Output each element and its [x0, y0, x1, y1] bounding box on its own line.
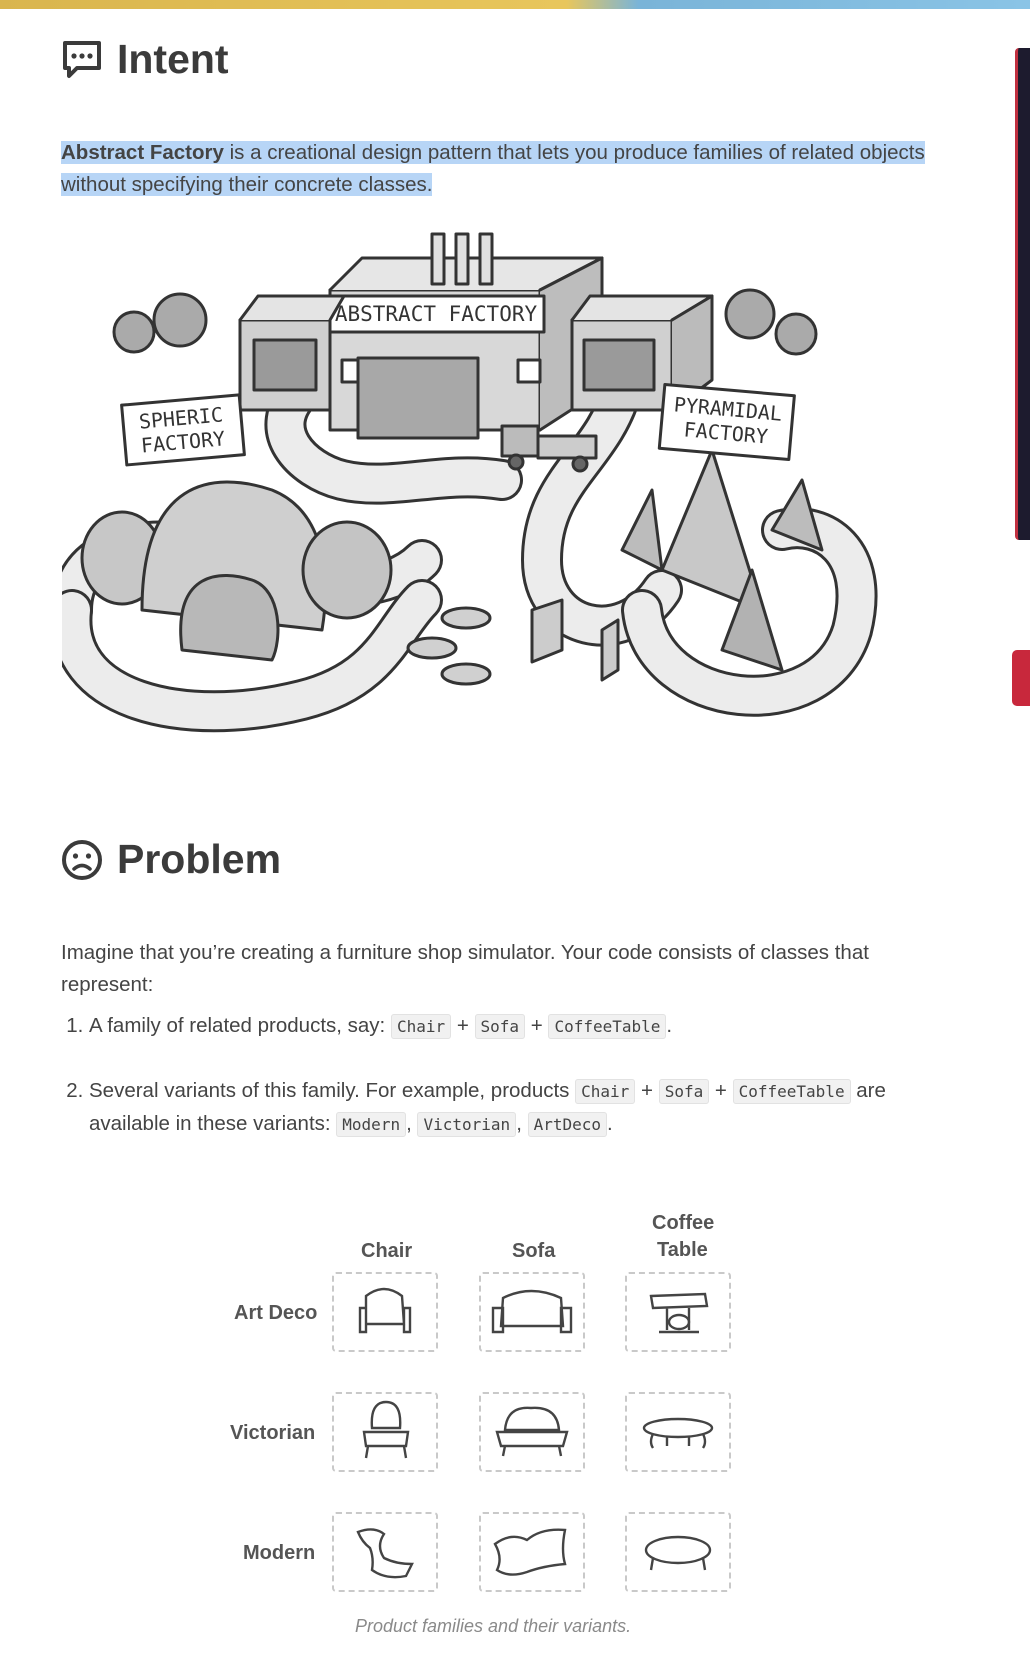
speech-bubble-icon	[63, 40, 101, 78]
list-item: Several variants of this family. For exa…	[89, 1075, 929, 1141]
side-red-tab[interactable]	[1012, 650, 1030, 706]
plus-sign: +	[530, 1014, 543, 1037]
problem-heading-text: Problem	[117, 836, 282, 882]
victorian-coffee-table-icon	[642, 1417, 714, 1449]
intent-term: Abstract Factory	[61, 140, 224, 164]
comma: ,	[406, 1112, 412, 1135]
cell-victorian-sofa	[479, 1392, 585, 1472]
comma: ,	[516, 1112, 522, 1135]
sign-abstract-factory: ABSTRACT FACTORY	[335, 302, 538, 326]
cell-victorian-chair	[332, 1392, 438, 1472]
row-header-victorian: Victorian	[230, 1422, 316, 1444]
artdeco-sofa-icon	[491, 1289, 573, 1334]
code-sofa: Sofa	[474, 1014, 526, 1039]
modern-coffee-table-icon	[644, 1535, 712, 1571]
victorian-chair-icon	[362, 1400, 410, 1459]
problem-paragraph: Imagine that you’re creating a furniture…	[61, 940, 869, 996]
list-item-text: Several variants of this family. For exa…	[89, 1079, 576, 1102]
code-sofa: Sofa	[658, 1079, 710, 1104]
column-header-sofa: Sofa	[512, 1240, 556, 1262]
code-modern: Modern	[336, 1112, 407, 1137]
artdeco-chair-icon	[358, 1287, 412, 1334]
cell-modern-chair	[332, 1512, 438, 1592]
cell-artdeco-sofa	[479, 1272, 585, 1352]
intent-paragraph: Abstract Factory is a creational design …	[61, 137, 941, 201]
cell-modern-sofa	[479, 1512, 585, 1592]
code-coffeetable: CoffeeTable	[548, 1014, 667, 1039]
plus-sign: +	[641, 1079, 653, 1102]
code-artdeco: ArtDeco	[527, 1112, 608, 1137]
row-header-art-deco: Art Deco	[234, 1302, 318, 1324]
plus-sign: +	[714, 1079, 727, 1102]
problem-list: A family of related products, say: Chair…	[61, 1010, 929, 1173]
column-header-chair: Chair	[361, 1240, 413, 1262]
intent-heading: Intent	[61, 36, 229, 83]
code-chair: Chair	[390, 1014, 452, 1039]
intent-heading-text: Intent	[117, 36, 229, 82]
list-item: A family of related products, say: Chair…	[89, 1010, 929, 1043]
problem-heading: Problem	[61, 836, 281, 883]
sad-face-icon	[62, 839, 102, 880]
column-header-table: Table	[657, 1239, 708, 1261]
period: .	[666, 1014, 673, 1037]
code-victorian: Victorian	[417, 1112, 517, 1137]
cell-modern-coffee-table	[625, 1512, 731, 1592]
column-header-coffee: Coffee	[652, 1212, 715, 1234]
figure-caption: Product families and their variants.	[355, 1616, 632, 1636]
period: .	[607, 1112, 613, 1135]
victorian-sofa-icon	[495, 1406, 569, 1457]
top-gradient-bar	[0, 0, 1030, 9]
modern-chair-icon	[356, 1528, 414, 1579]
cell-victorian-coffee-table	[625, 1392, 731, 1472]
side-banner-strip[interactable]	[1015, 48, 1030, 540]
list-item-text: A family of related products, say:	[89, 1014, 391, 1037]
artdeco-coffee-table-icon	[649, 1292, 709, 1334]
row-header-modern: Modern	[243, 1542, 316, 1564]
modern-sofa-icon	[493, 1528, 567, 1576]
cell-artdeco-coffee-table	[625, 1272, 731, 1352]
code-coffeetable: CoffeeTable	[732, 1079, 851, 1104]
abstract-factory-illustration: ABSTRACT FACTORY SPHERIC FACTORY PYRAMID…	[62, 232, 878, 733]
cell-artdeco-chair	[332, 1272, 438, 1352]
plus-sign: +	[456, 1014, 469, 1037]
code-chair: Chair	[575, 1079, 636, 1104]
